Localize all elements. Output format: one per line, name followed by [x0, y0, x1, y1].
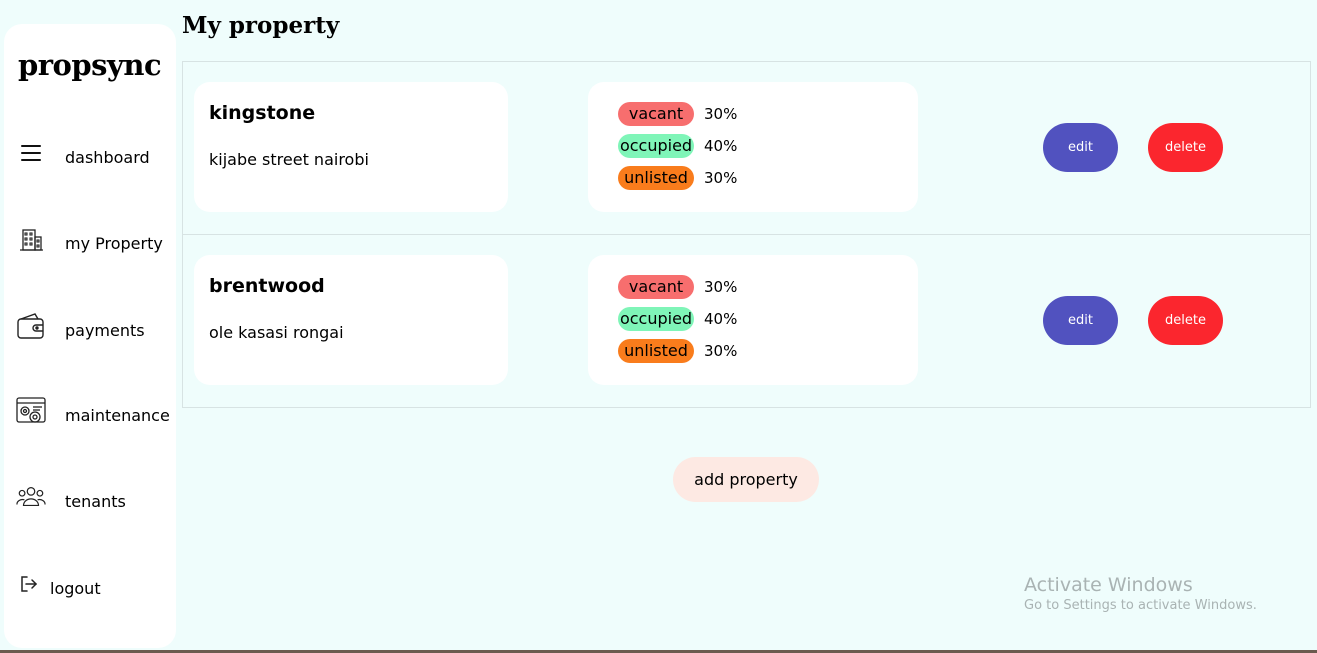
status-badge: occupied [618, 134, 694, 158]
brand-logo: propsync [18, 48, 162, 82]
status-percent: 30% [704, 342, 738, 360]
sidebar-item-label: my Property [65, 234, 163, 253]
activation-watermark: Activate Windows Go to Settings to activ… [1024, 574, 1257, 613]
sidebar-item-payments[interactable]: payments [4, 311, 176, 351]
occupancy-card: vacant 30% occupied 40% unlisted 30% [588, 255, 918, 385]
sidebar-item-label: payments [65, 321, 145, 340]
logout-label: logout [50, 579, 101, 598]
edit-button[interactable]: edit [1043, 296, 1118, 345]
watermark-subtitle: Go to Settings to activate Windows. [1024, 598, 1257, 613]
property-address: ole kasasi rongai [209, 323, 344, 342]
settings-icon [16, 396, 46, 426]
property-name: kingstone [209, 102, 316, 124]
logout-icon [14, 569, 44, 599]
status-badge: occupied [618, 307, 694, 331]
status-badge: vacant [618, 275, 694, 299]
status-badge: unlisted [618, 166, 694, 190]
status-badge: vacant [618, 102, 694, 126]
status-percent: 30% [704, 169, 738, 187]
property-name: brentwood [209, 275, 325, 297]
delete-button[interactable]: delete [1148, 123, 1223, 172]
sidebar-item-label: dashboard [65, 148, 150, 167]
sidebar-item-label: tenants [65, 492, 126, 511]
sidebar-item-dashboard[interactable]: dashboard [4, 138, 176, 178]
sidebar-item-maintenance[interactable]: maintenance [4, 396, 176, 436]
status-percent: 40% [704, 310, 738, 328]
property-info-card: brentwood ole kasasi rongai [194, 255, 508, 385]
page-title: My property [182, 12, 340, 39]
users-icon [16, 482, 46, 512]
watermark-title: Activate Windows [1024, 574, 1193, 596]
sidebar-item-my-property[interactable]: my Property [4, 224, 176, 264]
property-address: kijabe street nairobi [209, 150, 369, 169]
property-row: brentwood ole kasasi rongai vacant 30% o… [183, 235, 1310, 407]
property-list: kingstone kijabe street nairobi vacant 3… [182, 61, 1311, 408]
status-percent: 30% [704, 278, 738, 296]
menu-icon [16, 138, 46, 168]
delete-button[interactable]: delete [1148, 296, 1223, 345]
property-row: kingstone kijabe street nairobi vacant 3… [183, 62, 1310, 235]
status-percent: 30% [704, 105, 738, 123]
add-property-button[interactable]: add property [673, 457, 819, 502]
status-badge: unlisted [618, 339, 694, 363]
edit-button[interactable]: edit [1043, 123, 1118, 172]
property-info-card: kingstone kijabe street nairobi [194, 82, 508, 212]
logout-button[interactable]: logout [4, 569, 176, 609]
building-icon [16, 224, 46, 254]
status-percent: 40% [704, 137, 738, 155]
sidebar-item-label: maintenance [65, 406, 170, 425]
wallet-icon [16, 311, 46, 341]
occupancy-card: vacant 30% occupied 40% unlisted 30% [588, 82, 918, 212]
sidebar: propsync dashboard my Property payments … [4, 24, 176, 648]
sidebar-item-tenants[interactable]: tenants [4, 482, 176, 522]
